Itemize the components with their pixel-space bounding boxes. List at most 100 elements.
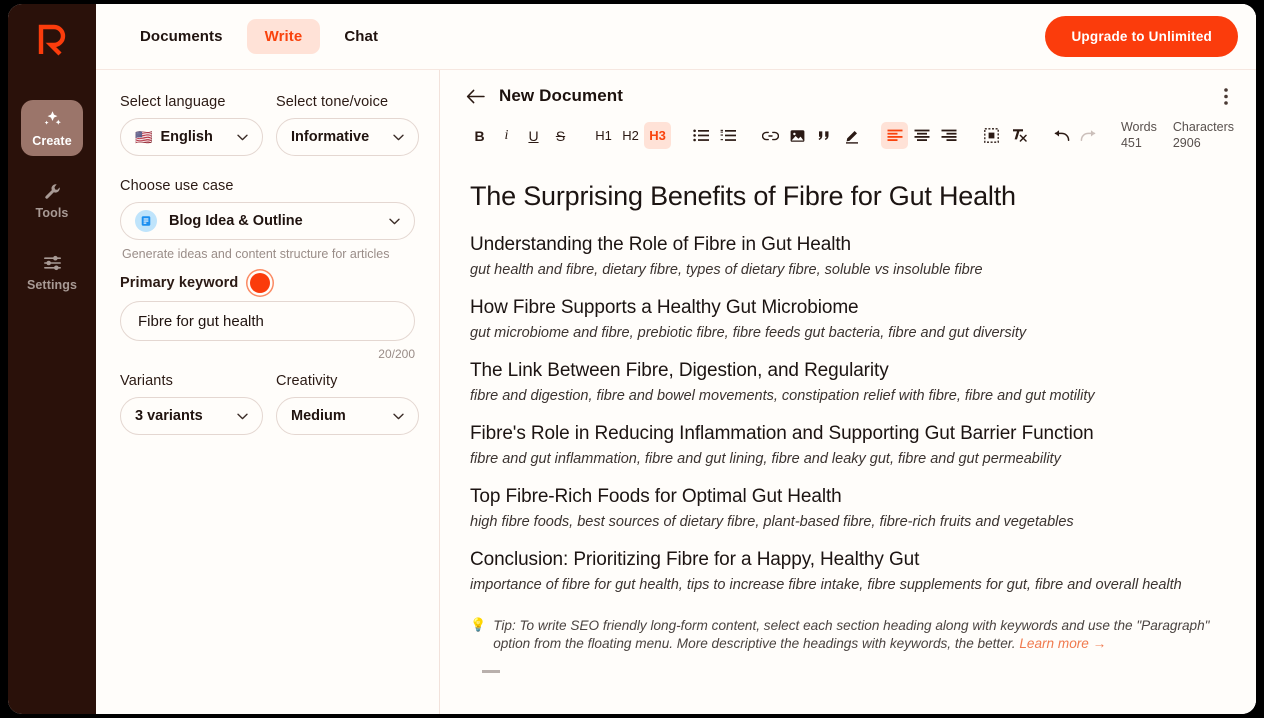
image-icon[interactable] [784,122,811,149]
section-heading: Fibre's Role in Reducing Inflammation an… [470,423,1094,445]
strikethrough-button[interactable]: S [547,122,574,149]
lightbulb-icon: 💡 [470,617,487,633]
sidebar-item-label: Tools [35,206,69,220]
document-heading-1: The Surprising Benefits of Fibre for Gut… [470,181,1016,212]
blog-document-icon [135,210,157,232]
sidebar-item-settings[interactable]: Settings [21,244,83,300]
heading-3-button[interactable]: H3 [644,122,671,150]
us-flag-icon: 🇺🇸 [135,129,153,145]
use-case-value: Blog Idea & Outline [169,213,303,229]
primary-keyword-value: Fibre for gut health [138,312,264,330]
variants-creativity-row: Variants 3 variants Creativity Medium [120,373,419,443]
document-content[interactable]: The Surprising Benefits of Fibre for Gut… [440,161,1256,714]
section-keywords: gut health and fibre, dietary fibre, typ… [470,262,983,279]
sidebar-item-tools[interactable]: Tools [21,172,83,228]
cursor-indicator-icon [250,273,271,293]
app-logo[interactable] [30,18,74,62]
document-editor: New Document B i U S H1 H2 H3 Words 451 … [440,70,1256,714]
variants-value: 3 variants [135,408,203,424]
variants-field: Variants 3 variants [120,373,263,435]
link-icon[interactable] [757,122,784,149]
back-arrow-icon[interactable] [466,89,485,104]
align-right-icon[interactable] [935,122,962,149]
creativity-label: Creativity [276,373,338,389]
frame-icon[interactable] [978,122,1005,149]
chevron-down-icon [393,129,404,145]
primary-keyword-field: Primary keyword Fibre for gut health 20/… [120,273,415,361]
word-count: Words 451 [1121,120,1157,151]
generation-settings-panel: Select language 🇺🇸 English Select tone/v… [96,70,440,714]
tab-chat[interactable]: Chat [326,19,396,54]
redo-icon [1075,122,1102,149]
top-navigation-bar: Documents Write Chat Upgrade to Unlimite… [96,4,1256,70]
section-heading: How Fibre Supports a Healthy Gut Microbi… [470,297,859,319]
document-trailing-marker [482,669,500,673]
section-heading: Top Fibre-Rich Foods for Optimal Gut Hea… [470,486,842,508]
language-value: English [160,129,213,145]
app-window: Create Tools Settings Documents Write Ch… [8,4,1256,714]
quote-icon[interactable] [811,122,838,149]
chevron-down-icon [389,213,400,229]
tab-documents[interactable]: Documents [122,19,241,54]
section-heading: Understanding the Role of Fibre in Gut H… [470,234,851,256]
variants-label: Variants [120,373,173,389]
creativity-select[interactable]: Medium [276,397,419,435]
use-case-select[interactable]: Blog Idea & Outline [120,202,415,240]
section-heading: The Link Between Fibre, Digestion, and R… [470,360,889,382]
section-keywords: high fibre foods, best sources of dietar… [470,514,1074,531]
words-value: 451 [1120,135,1142,150]
creativity-value: Medium [291,408,346,424]
chevron-down-icon [393,408,404,424]
heading-1-button[interactable]: H1 [590,122,617,149]
learn-more-link[interactable]: Learn more → [1019,636,1106,651]
tab-write[interactable]: Write [246,19,321,54]
section-keywords: importance of fibre for gut health, tips… [470,577,1182,594]
primary-keyword-counter: 20/200 [378,347,415,361]
words-label: Words [1120,120,1157,134]
numbered-list-icon[interactable] [714,122,741,149]
bullet-list-icon[interactable] [687,122,714,149]
sidebar: Create Tools Settings [8,4,96,714]
document-header: New Document [440,70,1256,110]
more-vertical-icon[interactable] [1218,84,1234,109]
variants-select[interactable]: 3 variants [120,397,263,435]
language-select[interactable]: 🇺🇸 English [120,118,263,156]
use-case-hint: Generate ideas and content structure for… [122,247,390,261]
upgrade-to-unlimited-button[interactable]: Upgrade to Unlimited [1045,16,1238,57]
tone-select[interactable]: Informative [276,118,419,156]
sliders-icon [42,253,63,273]
characters-label: Characters [1172,120,1234,134]
clear-formatting-icon[interactable] [1005,122,1032,149]
highlighter-icon[interactable] [838,122,865,149]
heading-2-button[interactable]: H2 [617,122,644,149]
align-left-icon[interactable] [881,122,908,150]
character-count: Characters 2906 [1173,120,1234,151]
align-center-icon[interactable] [908,122,935,149]
undo-icon[interactable] [1048,122,1075,149]
tone-value: Informative [291,129,370,145]
section-keywords: gut microbiome and fibre, prebiotic fibr… [470,325,1027,342]
chevron-down-icon [237,408,248,424]
section-heading: Conclusion: Prioritizing Fibre for a Hap… [470,549,920,571]
primary-keyword-input[interactable]: Fibre for gut health [120,301,415,341]
nav-tabs: Documents Write Chat [122,19,396,54]
language-field: Select language 🇺🇸 English [120,94,263,156]
language-tone-row: Select language 🇺🇸 English Select tone/v… [120,94,419,164]
primary-keyword-label-row: Primary keyword [120,273,415,293]
underline-button[interactable]: U [520,122,547,149]
sidebar-item-label: Settings [26,278,78,292]
tone-field: Select tone/voice Informative [276,94,419,156]
primary-keyword-label: Primary keyword [120,275,239,291]
bold-button[interactable]: B [466,122,493,149]
page-title: New Document [499,86,623,105]
italic-button[interactable]: i [493,122,520,149]
chevron-down-icon [237,129,248,145]
characters-value: 2906 [1172,135,1201,150]
sidebar-item-label: Create [32,134,72,148]
language-label: Select language [120,94,226,110]
sparkles-icon [42,109,63,129]
sidebar-item-create[interactable]: Create [21,100,83,156]
tip-text-wrapper: Tip: To write SEO friendly long-form con… [493,617,1215,652]
section-keywords: fibre and digestion, fibre and bowel mov… [470,388,1095,405]
content-row: Select language 🇺🇸 English Select tone/v… [96,70,1256,714]
